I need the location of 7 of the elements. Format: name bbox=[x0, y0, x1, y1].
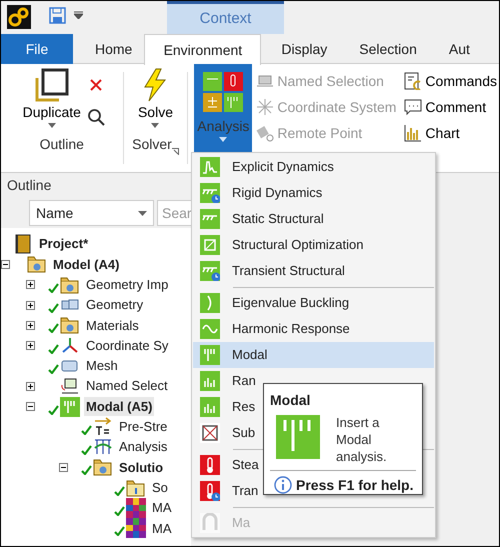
panel-title: Outline bbox=[6, 176, 52, 195]
help-hint: Press F1 for help. bbox=[296, 476, 414, 495]
group-label: Outline bbox=[40, 135, 84, 154]
group-label: Solver bbox=[132, 135, 172, 154]
tooltip-title: Modal bbox=[270, 391, 312, 410]
context-tab-label: Context bbox=[167, 1, 284, 34]
tooltip-description: Insert a Modal analysis. bbox=[336, 415, 388, 466]
